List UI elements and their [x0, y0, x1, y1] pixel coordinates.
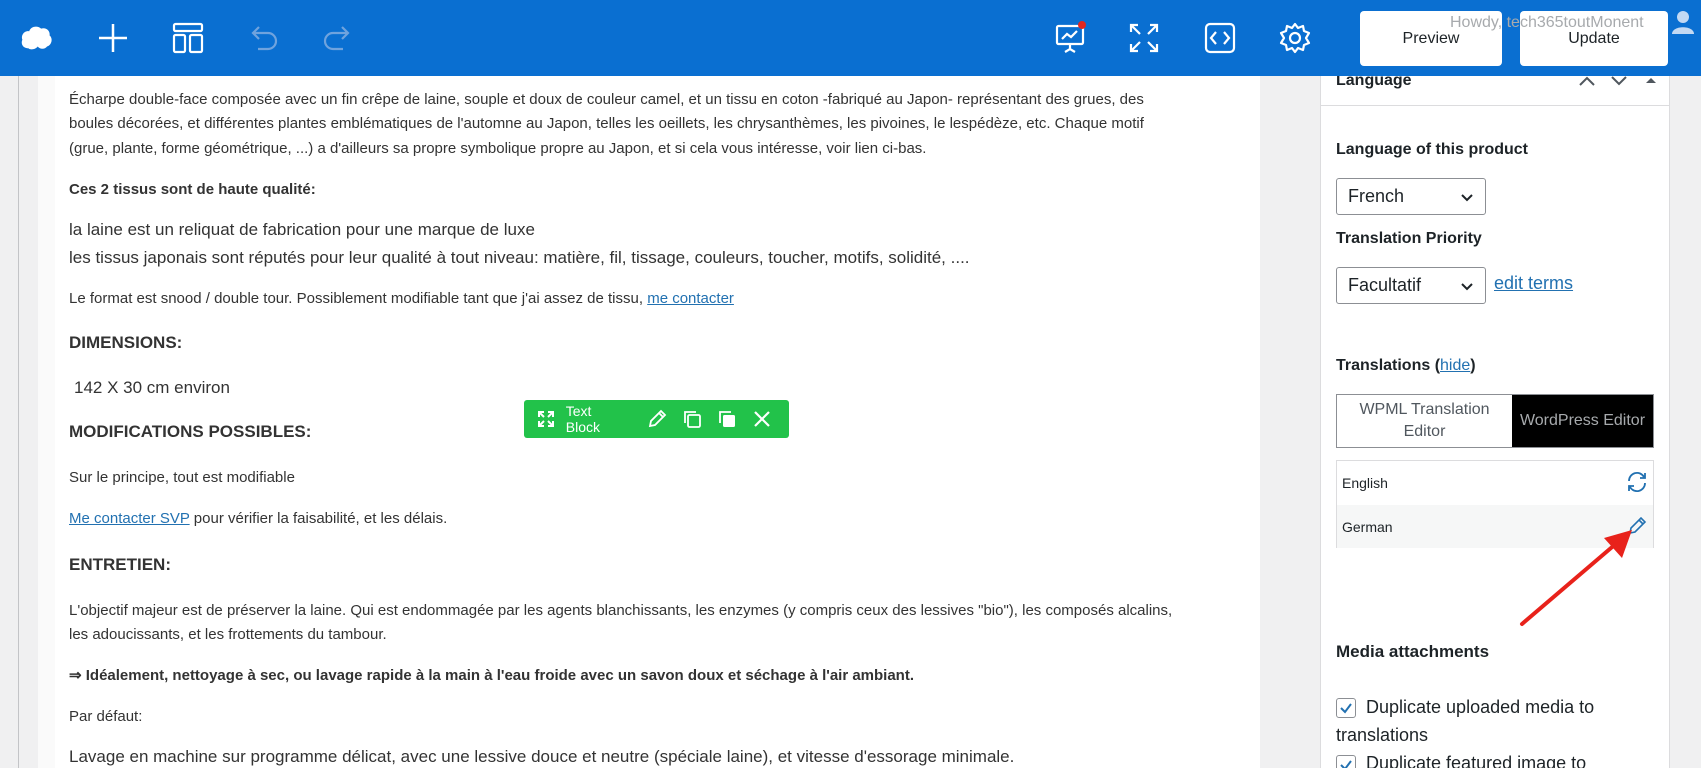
priority-select-value: Facultatif — [1348, 275, 1422, 295]
layout-icon[interactable] — [166, 16, 210, 60]
cloud-logo-icon[interactable] — [14, 16, 58, 60]
wash-instructions: Lavage en machine sur programme délicat,… — [69, 747, 1015, 766]
translation-row-english: English — [1337, 461, 1653, 504]
chevron-down-icon — [1461, 194, 1473, 202]
modifications-heading: MODIFICATIONS POSSIBLES: — [69, 422, 312, 441]
text-block-toolbar: Text Block — [524, 400, 789, 438]
hide-translations-link[interactable]: hide — [1440, 357, 1470, 374]
refresh-icon[interactable] — [1625, 470, 1649, 494]
undo-icon[interactable] — [241, 16, 285, 60]
code-icon[interactable] — [1198, 16, 1242, 60]
translations-label-close: ) — [1470, 357, 1476, 374]
language-of-product-label: Language of this product — [1336, 141, 1528, 158]
default-label: Par défaut: — [69, 708, 143, 725]
edit-terms-link[interactable]: edit terms — [1494, 273, 1573, 294]
presentation-chart-icon[interactable] — [1048, 16, 1092, 60]
wordpress-editor-option[interactable]: WordPress Editor — [1512, 395, 1653, 447]
dimensions-value: 142 X 30 cm environ — [74, 378, 230, 397]
contact-text: pour vérifier la faisabilité, et les dél… — [189, 510, 448, 527]
contact-svp-link[interactable]: Me contacter SVP — [69, 510, 190, 527]
move-icon[interactable] — [534, 400, 558, 438]
close-icon[interactable] — [744, 400, 779, 438]
format-paragraph: Le format est snood / double tour. Possi… — [69, 286, 734, 311]
duplicate-icon[interactable] — [675, 400, 710, 438]
red-arrow-annotation — [1520, 530, 1632, 626]
description-line-3: (grue, plante, forme géométrique, ...) a… — [69, 140, 927, 157]
edit-pencil-icon[interactable] — [640, 400, 675, 438]
element-type-label: Text Block — [565, 403, 600, 435]
format-text: Le format est snood / double tour. Possi… — [69, 290, 648, 307]
duplicate-featured-label: Duplicate featured image to — [1366, 753, 1587, 768]
language-select-value: French — [1348, 186, 1405, 206]
chevron-down-icon[interactable] — [1610, 74, 1628, 92]
duplicate-featured-checkbox[interactable] — [1336, 755, 1356, 768]
ideal-care-text: ⇒ Idéalement, nettoyage à sec, ou lavage… — [69, 667, 915, 684]
editor-toggle: WPML Translation Editor WordPress Editor — [1336, 394, 1654, 448]
modifications-text: Sur le principe, tout est modifiable — [69, 469, 295, 486]
translations-label: Translations (hide) — [1336, 357, 1476, 375]
checkmark-icon — [1340, 703, 1352, 714]
chevron-down-icon — [1461, 283, 1473, 291]
contact-paragraph: Me contacter SVP pour vérifier la faisab… — [69, 506, 447, 531]
copy-style-icon[interactable] — [710, 400, 745, 438]
howdy-user-greeting[interactable]: Howdy, tech365toutMonent — [1450, 14, 1644, 32]
checkmark-icon — [1340, 760, 1352, 768]
description-line-1: Écharpe double-face composée avec un fin… — [69, 91, 1144, 108]
user-avatar-icon[interactable] — [1670, 8, 1696, 39]
entretien-line-2: les adoucissants, et les frottements du … — [69, 626, 387, 643]
quality-heading: Ces 2 tissus sont de haute qualité: — [69, 181, 316, 198]
language-name: English — [1342, 474, 1388, 491]
redo-icon[interactable] — [316, 16, 360, 60]
canvas-edge — [18, 76, 19, 768]
translation-priority-label: Translation Priority — [1336, 230, 1482, 247]
language-select[interactable]: French — [1336, 178, 1486, 215]
plus-icon[interactable] — [91, 16, 135, 60]
duplicate-media-checkbox[interactable] — [1336, 698, 1356, 718]
entretien-line-1: L'objectif majeur est de préserver la la… — [69, 602, 1173, 619]
quality-line-1: la laine est un reliquat de fabrication … — [69, 220, 535, 239]
translations-label-text: Translations ( — [1336, 357, 1441, 374]
top-toolbar: Preview Update Howdy, tech365toutMonent — [0, 0, 1701, 76]
description-line-2: boules décorées, et différentes plantes … — [69, 115, 1144, 132]
chevron-up-icon[interactable] — [1578, 74, 1596, 92]
dimensions-heading: DIMENSIONS: — [69, 333, 183, 352]
media-attachments-heading: Media attachments — [1336, 642, 1490, 661]
duplicate-media-label-line2: translations — [1336, 725, 1429, 745]
language-name: German — [1342, 518, 1393, 535]
gear-icon[interactable] — [1273, 16, 1317, 60]
contact-link[interactable]: me contacter — [647, 290, 734, 307]
fullscreen-icon[interactable] — [1122, 16, 1166, 60]
quality-line-2: les tissus japonais sont réputés pour le… — [69, 248, 970, 267]
duplicate-media-label: Duplicate uploaded media to — [1366, 697, 1595, 717]
priority-select[interactable]: Facultatif — [1336, 267, 1486, 304]
wpml-translation-editor-option[interactable]: WPML Translation Editor — [1337, 395, 1512, 447]
entretien-heading: ENTRETIEN: — [69, 555, 171, 574]
